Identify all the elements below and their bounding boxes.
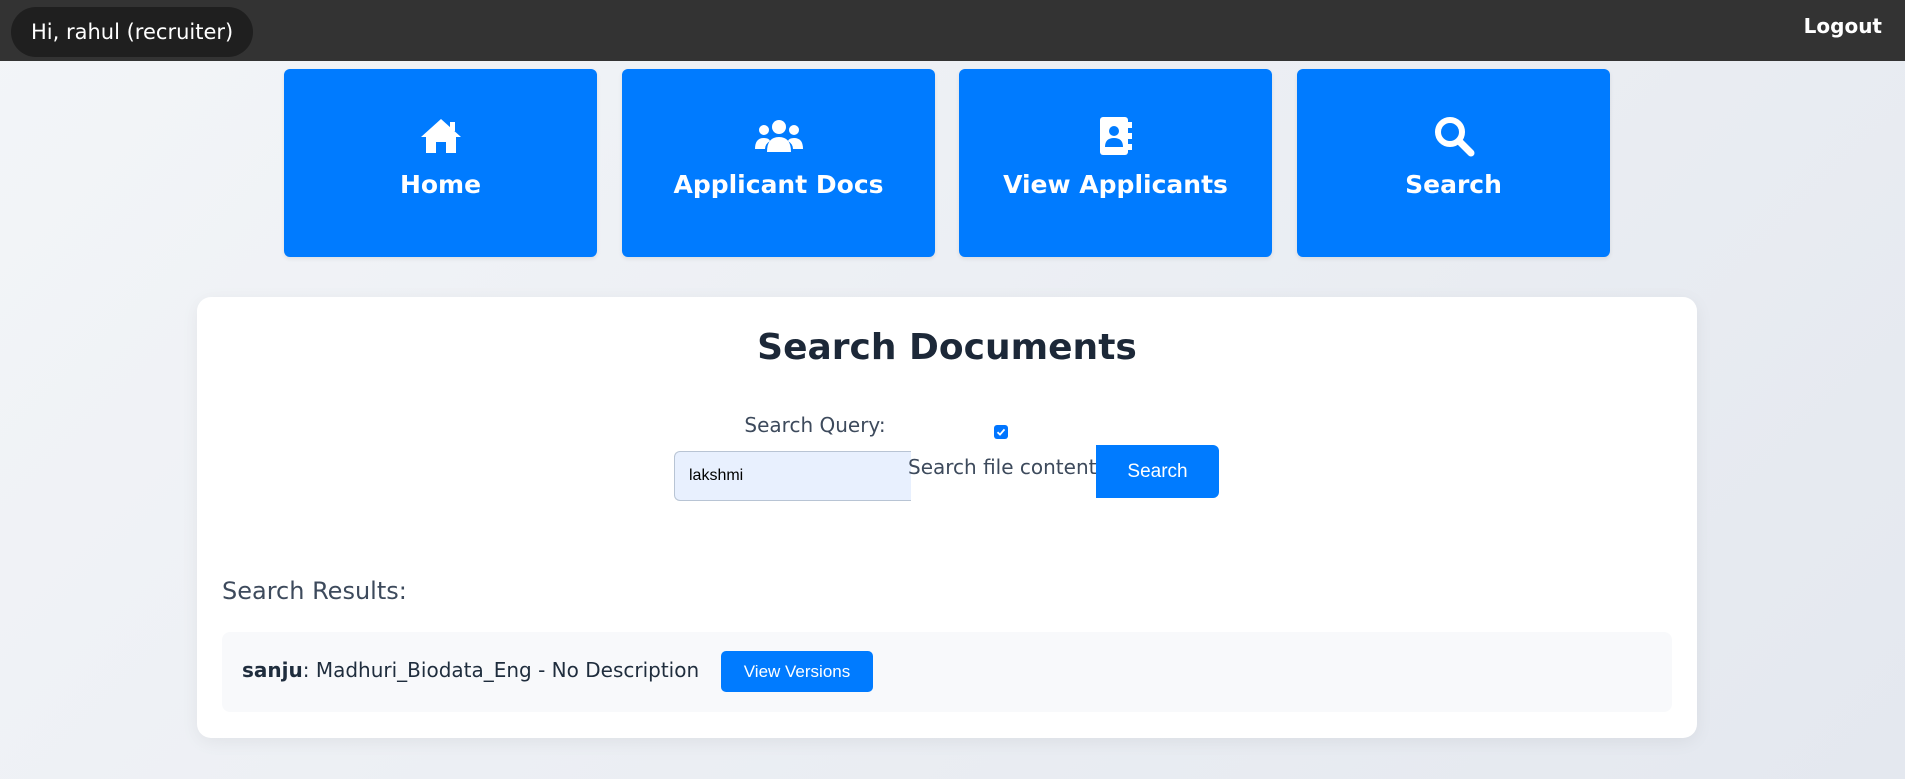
nav-tile-search[interactable]: Search bbox=[1297, 69, 1610, 257]
search-button[interactable]: Search bbox=[1096, 445, 1219, 498]
search-icon bbox=[1297, 116, 1610, 157]
nav-tile-label: Home bbox=[399, 170, 482, 199]
address-book-icon bbox=[959, 116, 1272, 156]
page-title: Search Documents bbox=[757, 327, 1137, 368]
nav-tile-home[interactable]: Home bbox=[284, 69, 597, 257]
search-card: Search Documents Search Query: Search fi… bbox=[197, 297, 1697, 738]
user-greeting: Hi, rahul (recruiter) bbox=[11, 7, 254, 57]
nav-tile-label: Applicant Docs bbox=[673, 170, 884, 199]
nav-tile-view-applicants[interactable]: View Applicants bbox=[959, 69, 1272, 257]
results-heading: Search Results: bbox=[222, 577, 407, 605]
nav-tile-applicant-docs[interactable]: Applicant Docs bbox=[622, 69, 935, 257]
list-item: sanju: Madhuri_Biodata_Eng - No Descript… bbox=[222, 632, 1672, 712]
search-content-checkbox[interactable] bbox=[994, 425, 1008, 439]
home-icon bbox=[284, 116, 597, 156]
search-query-label: Search Query: bbox=[744, 413, 886, 437]
result-text: sanju: Madhuri_Biodata_Eng - No Descript… bbox=[242, 658, 699, 682]
result-description: Madhuri_Biodata_Eng - No Description bbox=[309, 658, 700, 682]
logout-link[interactable]: Logout bbox=[1804, 14, 1882, 38]
search-input[interactable] bbox=[674, 451, 911, 501]
check-icon bbox=[996, 428, 1006, 436]
top-bar: Hi, rahul (recruiter) Logout bbox=[0, 0, 1905, 61]
nav-tile-label: Search bbox=[1405, 170, 1502, 199]
search-content-label: Search file content bbox=[908, 455, 1097, 479]
nav-tile-label: View Applicants bbox=[1003, 170, 1228, 199]
result-user: sanju bbox=[242, 658, 303, 682]
view-versions-button[interactable]: View Versions bbox=[721, 651, 873, 692]
users-icon bbox=[622, 116, 935, 156]
